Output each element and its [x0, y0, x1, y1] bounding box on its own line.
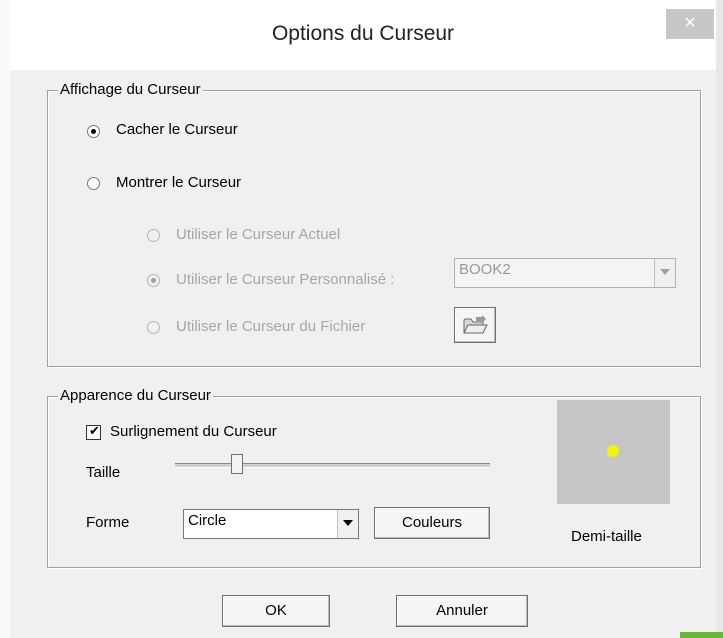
highlight-checkbox[interactable]: ✔: [86, 423, 101, 440]
cursor-preview: [557, 400, 670, 504]
hide-cursor-radio[interactable]: [87, 125, 100, 138]
dialog-title: Options du Curseur: [271, 22, 455, 45]
use-file-cursor-radio[interactable]: [147, 321, 160, 334]
folder-open-icon: [463, 315, 488, 334]
window-left-edge: [0, 0, 10, 638]
preview-caption: Demi-taille: [571, 528, 642, 545]
shape-label: Forme: [86, 514, 130, 531]
use-custom-cursor-label[interactable]: Utiliser le Curseur Personnalisé :: [176, 271, 394, 288]
use-current-cursor-radio[interactable]: [147, 229, 160, 242]
shape-value: Circle: [188, 512, 227, 529]
size-label: Taille: [86, 464, 121, 481]
browse-file-button[interactable]: [454, 307, 496, 343]
use-custom-cursor-radio[interactable]: [147, 274, 160, 287]
use-current-cursor-label[interactable]: Utiliser le Curseur Actuel: [176, 226, 340, 243]
title-bar[interactable]: Options du Curseur ×: [10, 0, 716, 70]
use-file-cursor-label[interactable]: Utiliser le Curseur du Fichier: [176, 318, 365, 335]
cancel-button[interactable]: Annuler: [396, 595, 528, 627]
custom-cursor-select[interactable]: BOOK2: [454, 258, 676, 288]
appearance-group-title: Apparence du Curseur: [58, 387, 213, 404]
size-slider-thumb[interactable]: [231, 454, 243, 474]
display-group-title: Affichage du Curseur: [58, 81, 203, 98]
cursor-preview-dot: [607, 445, 619, 457]
dialog-body: Affichage du Curseur Cacher le Curseur M…: [10, 70, 716, 638]
close-icon: ×: [684, 12, 696, 34]
custom-cursor-value: BOOK2: [459, 261, 511, 278]
show-cursor-radio[interactable]: [87, 177, 100, 190]
highlight-label[interactable]: Surlignement du Curseur: [110, 423, 277, 440]
show-cursor-label[interactable]: Montrer le Curseur: [116, 174, 241, 191]
colors-button[interactable]: Couleurs: [374, 507, 490, 539]
hide-cursor-label[interactable]: Cacher le Curseur: [116, 121, 238, 138]
chevron-down-icon[interactable]: [337, 510, 358, 538]
check-icon: ✔: [89, 423, 100, 438]
size-slider-track[interactable]: [175, 463, 490, 468]
taskbar-edge: [680, 632, 723, 638]
shape-select[interactable]: Circle: [183, 509, 359, 539]
ok-button[interactable]: OK: [222, 595, 330, 627]
close-button[interactable]: ×: [666, 9, 714, 39]
window-right-edge: [716, 0, 723, 638]
chevron-down-icon[interactable]: [654, 259, 675, 287]
